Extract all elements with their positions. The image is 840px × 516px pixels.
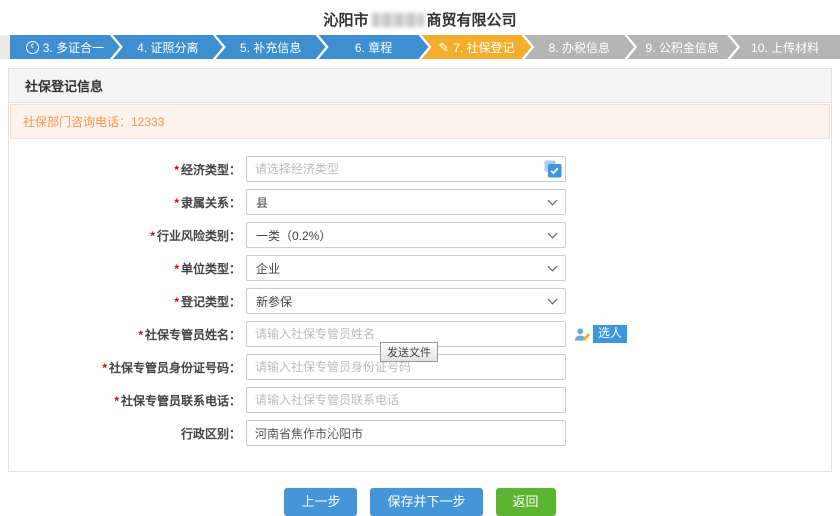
form-row-unit-type: *单位类型： 企业 [9,255,831,281]
step-label: 7. 社保登记 [453,39,514,56]
economic-type-input[interactable] [246,156,566,182]
form-row-affiliation: *隶属关系： 县 [9,189,831,215]
step-3-multi-cert[interactable]: ‹ 3. 多证合一 [10,35,120,59]
agent-phone-input[interactable] [246,387,566,413]
form-row-economic-type: *经济类型： [9,156,831,182]
affiliation-value: 县 [256,194,268,211]
form-row-admin-region: 行政区别： [9,420,831,446]
step-label: 6. 章程 [355,39,392,56]
register-type-select[interactable]: 新参保 [246,288,566,314]
person-pencil-icon [573,326,591,342]
pick-person-button[interactable]: 选人 [573,325,627,342]
industry-risk-label: *行业风险类别： [9,227,241,244]
required-mark: * [174,196,179,210]
affiliation-select[interactable]: 县 [246,189,566,215]
form-row-agent-phone: *社保专管员联系电话： [9,387,831,413]
footer-actions: 上一步 保存并下一步 返回 [0,488,840,516]
step-10-upload-materials[interactable]: 10. 上传材料 [730,35,840,59]
pick-person-label: 选人 [593,325,627,342]
step-label: 5. 补充信息 [240,39,301,56]
redacted-company-name [372,13,424,27]
company-name-prefix: 沁阳市 [323,12,368,29]
admin-region-label: 行政区别： [9,425,241,442]
required-mark: * [174,163,179,177]
required-mark: * [174,262,179,276]
pencil-icon: ✎ [438,41,449,54]
panel-heading: 社保登记信息 [9,69,831,103]
form-row-agent-id: 发送文件 *社保专管员身份证号码： [9,354,831,380]
form-row-register-type: *登记类型： 新参保 [9,288,831,314]
social-security-panel: 社保登记信息 社保部门咨询电话：12333 *经济类型： *隶属关系： [8,68,832,472]
economic-type-label: *经济类型： [9,161,241,178]
step-6-charter[interactable]: 6. 章程 [319,35,429,59]
unit-type-select[interactable]: 企业 [246,255,566,281]
save-and-next-button[interactable]: 保存并下一步 [370,488,482,516]
industry-risk-value: 一类（0.2%） [256,227,331,244]
unit-type-value: 企业 [256,260,280,277]
step-7-social-security[interactable]: ✎ 7. 社保登记 [422,35,532,59]
step-9-housing-fund[interactable]: 9. 公积金信息 [627,35,737,59]
step-label: 4. 证照分离 [137,39,198,56]
back-arrow-icon[interactable]: ‹ [26,41,39,54]
unit-type-label: *单位类型： [9,260,241,277]
step-8-tax-info[interactable]: 8. 办税信息 [524,35,634,59]
admin-region-input[interactable] [246,420,566,446]
required-mark: * [138,328,143,342]
required-mark: * [114,394,119,408]
prev-step-button[interactable]: 上一步 [284,488,357,516]
register-type-label: *登记类型： [9,293,241,310]
agent-name-label: *社保专管员姓名： [9,326,241,343]
industry-risk-select[interactable]: 一类（0.2%） [246,222,566,248]
step-4-license-separation[interactable]: 4. 证照分离 [113,35,223,59]
chevron-down-icon [548,295,558,305]
chevron-down-icon [548,229,558,239]
page-title: 沁阳市 商贸有限公司 [0,0,840,31]
agent-id-label: *社保专管员身份证号码： [9,359,241,376]
form-row-industry-risk: *行业风险类别： 一类（0.2%） [9,222,831,248]
required-mark: * [102,361,107,375]
step-bar-left-pad [0,35,10,59]
step-5-supplementary-info[interactable]: 5. 补充信息 [216,35,326,59]
social-security-form: *经济类型： *隶属关系： 县 [9,140,831,471]
step-wizard: ‹ 3. 多证合一 4. 证照分离 5. 补充信息 6. 章程 ✎ 7. 社保登… [0,35,840,59]
step-label: 3. 多证合一 [43,39,104,56]
hotline-notice: 社保部门咨询电话：12333 [10,104,830,139]
chevron-down-icon [548,262,558,272]
send-file-tooltip: 发送文件 [380,342,438,362]
company-name-suffix: 商贸有限公司 [427,12,517,29]
step-label: 8. 办税信息 [549,39,610,56]
step-label: 9. 公积金信息 [646,39,719,56]
required-mark: * [150,229,155,243]
register-type-value: 新参保 [256,293,292,310]
economic-type-picker-icon[interactable] [544,160,562,178]
chevron-down-icon [548,196,558,206]
back-button[interactable]: 返回 [496,488,556,516]
agent-phone-label: *社保专管员联系电话： [9,392,241,409]
affiliation-label: *隶属关系： [9,194,241,211]
step-label: 10. 上传材料 [751,39,819,56]
required-mark: * [174,295,179,309]
